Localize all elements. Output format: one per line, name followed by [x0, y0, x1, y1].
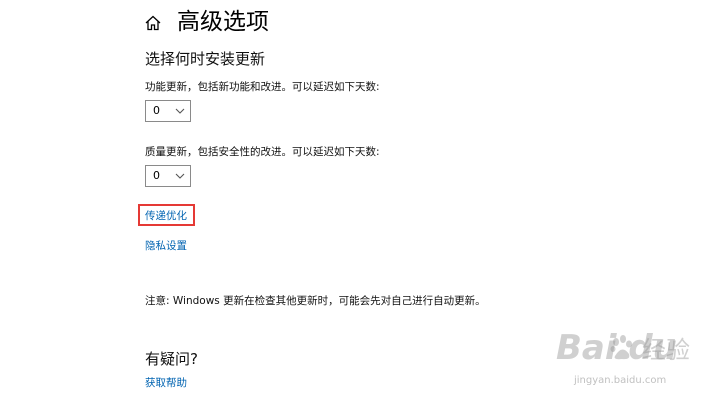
faq-title: 有疑问? — [145, 350, 198, 368]
section-title-update-schedule: 选择何时安装更新 — [145, 50, 266, 68]
feature-update-defer-select[interactable]: 0 — [145, 100, 191, 122]
get-help-link[interactable]: 获取帮助 — [145, 376, 187, 390]
chevron-down-icon — [175, 173, 185, 179]
delivery-optimization-link[interactable]: 传递优化 — [145, 209, 187, 223]
quality-update-label: 质量更新，包括安全性的改进。可以延迟如下天数: — [145, 146, 380, 158]
home-icon[interactable] — [144, 14, 162, 32]
quality-update-defer-value: 0 — [153, 169, 160, 182]
update-note: 注意: Windows 更新在检查其他更新时，可能会先对自己进行自动更新。 — [145, 295, 486, 307]
feature-update-label: 功能更新，包括新功能和改进。可以延迟如下天数: — [145, 81, 380, 93]
watermark-url: jingyan.baidu.com — [574, 375, 667, 386]
paw-icon — [610, 335, 632, 360]
baidu-watermark: Bai du 经验 jingyan.baidu.com — [546, 326, 706, 406]
chevron-down-icon — [175, 108, 185, 114]
privacy-settings-link[interactable]: 隐私设置 — [145, 239, 187, 253]
quality-update-defer-select[interactable]: 0 — [145, 165, 191, 187]
watermark-cn: 经验 — [642, 336, 690, 364]
page-title: 高级选项 — [177, 9, 269, 35]
feature-update-defer-value: 0 — [153, 104, 160, 117]
